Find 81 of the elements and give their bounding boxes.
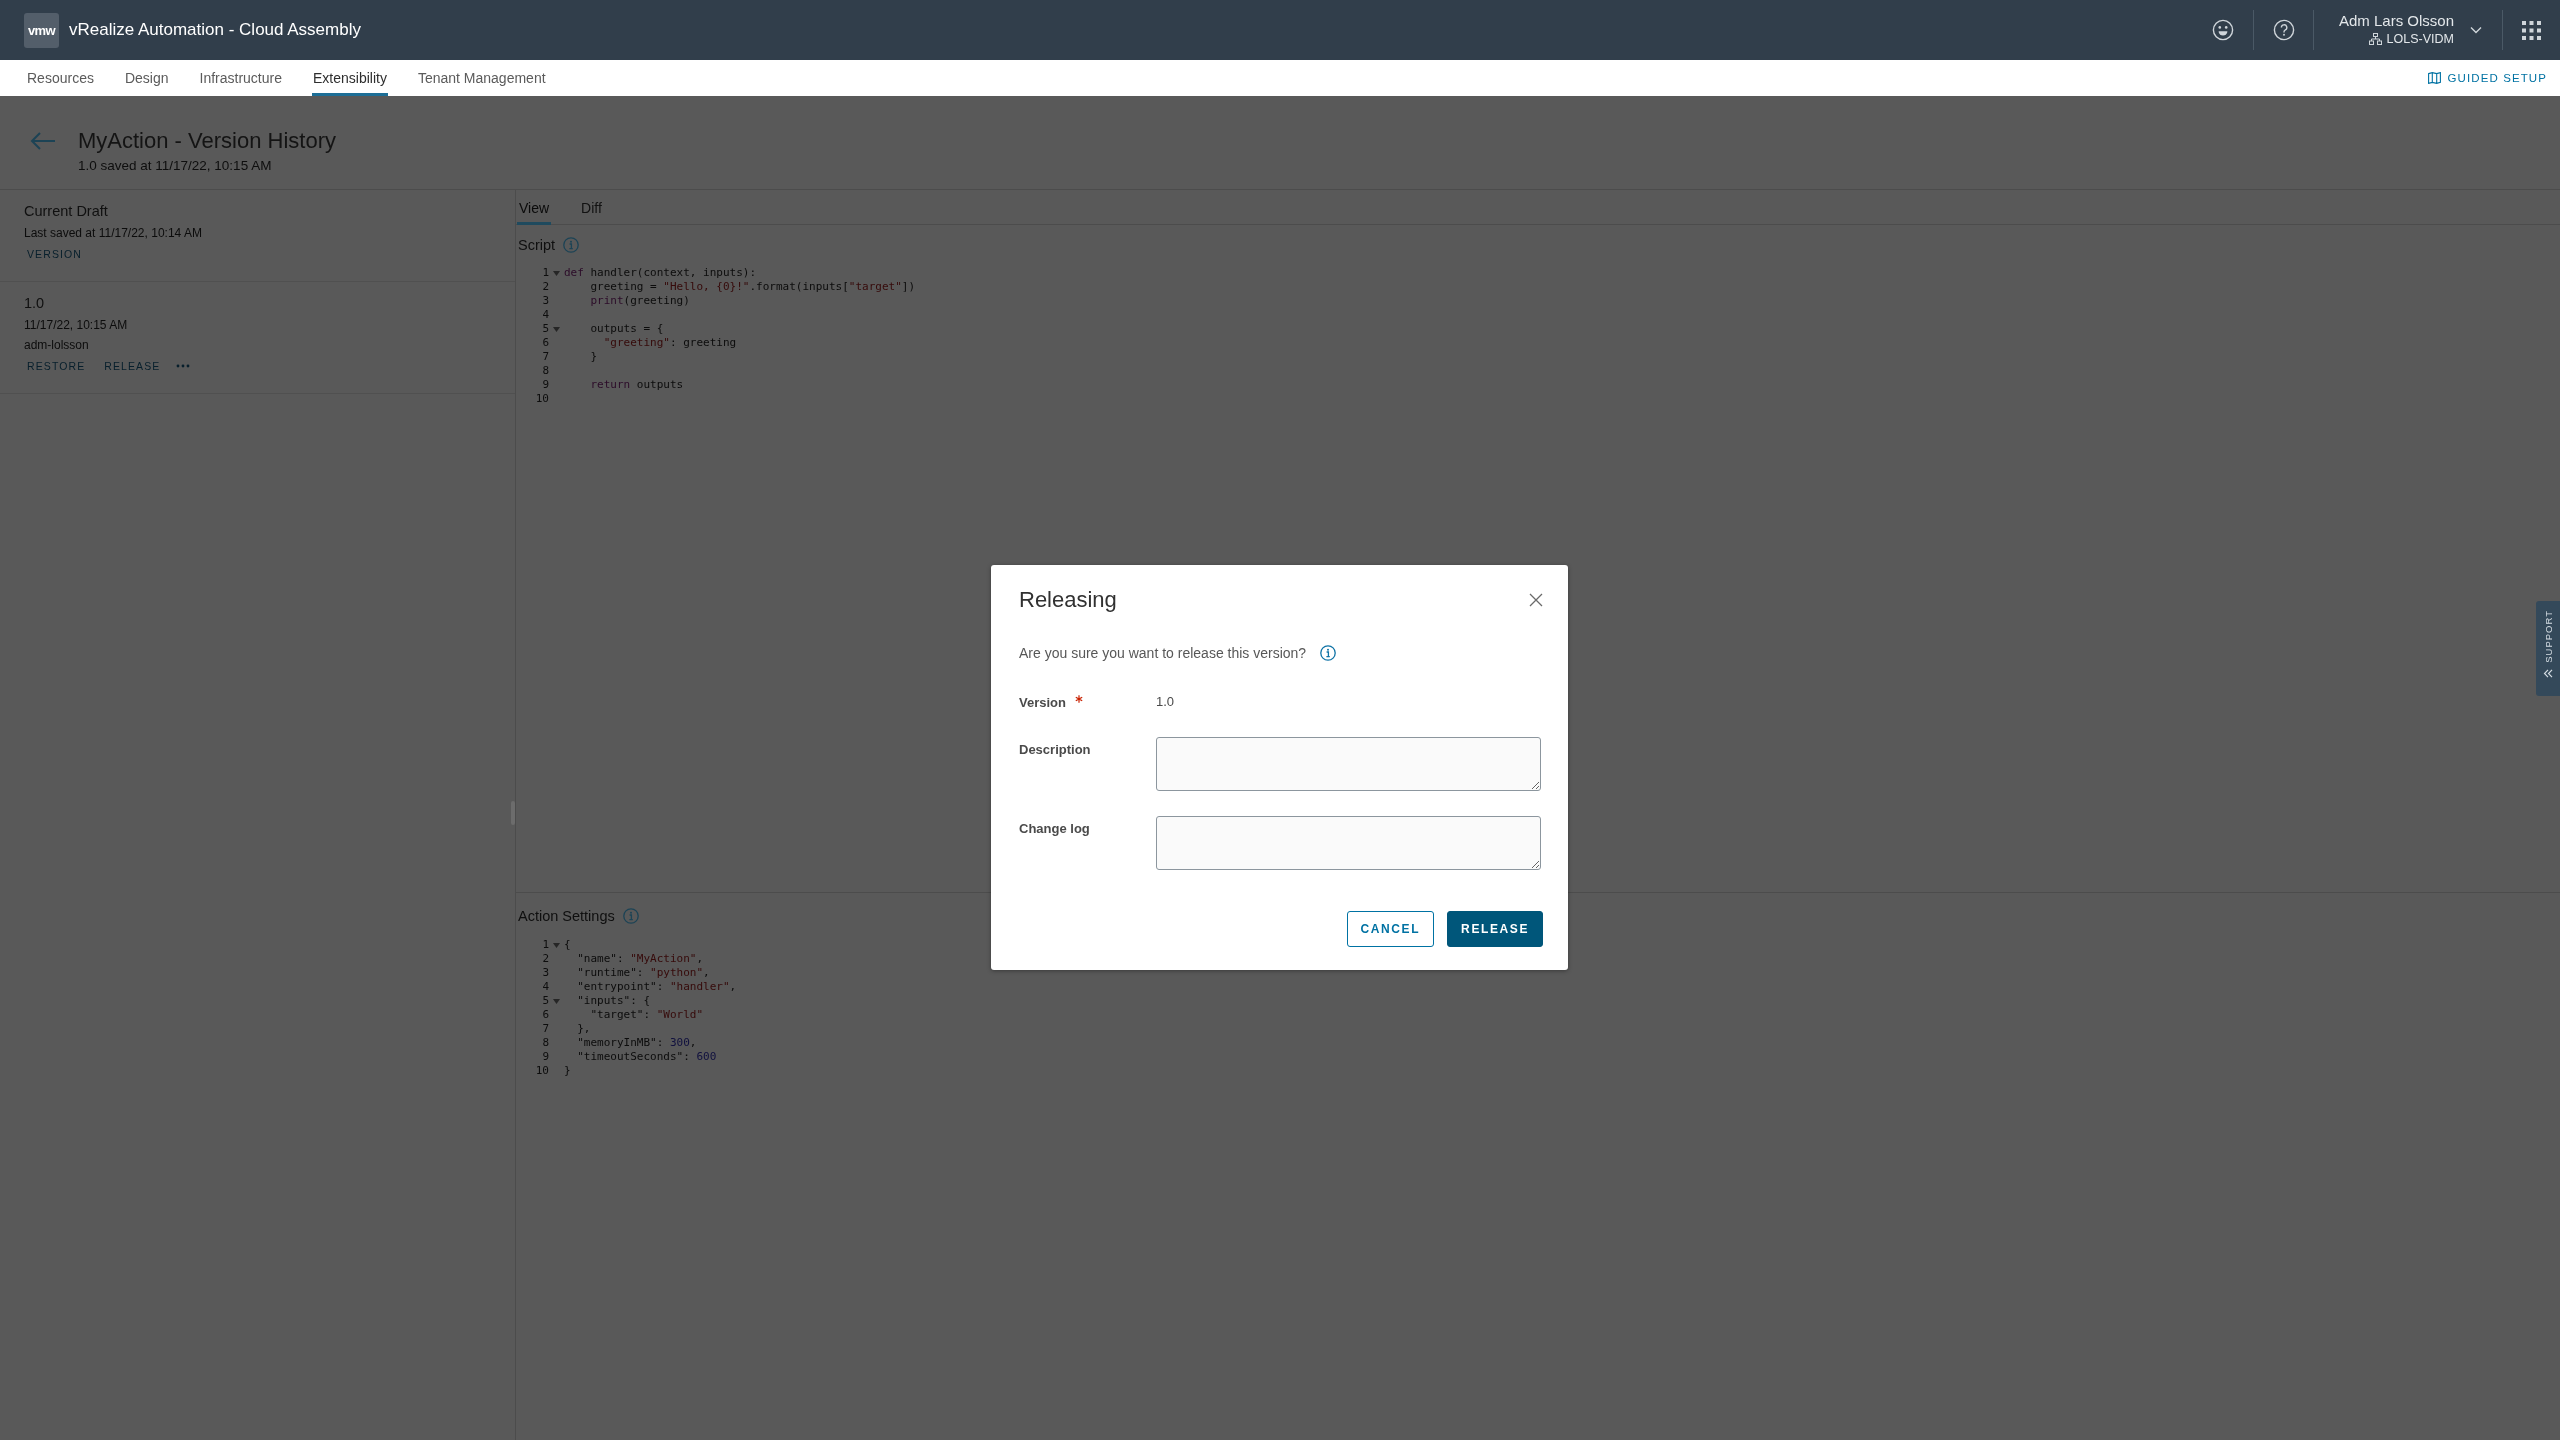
nav-tab[interactable]: Infrastructure [198, 60, 283, 96]
textarea-field[interactable] [1156, 737, 1541, 791]
logo[interactable]: vmw [24, 12, 59, 48]
code-line: }, [576, 1022, 591, 1036]
line-number: 2 [542, 280, 549, 294]
version-detail: Last saved at 11/17/22, 10:14 AM [24, 225, 202, 241]
version-detail: 11/17/22, 10:15 AM [24, 317, 128, 333]
page-subtitle: 1.0 saved at 11/17/22, 10:15 AM [78, 157, 272, 175]
app-grid-icon[interactable] [2522, 20, 2541, 40]
user-name[interactable]: Adm Lars Olsson [2338, 11, 2454, 30]
chevron-down-icon[interactable] [2470, 26, 2482, 34]
org-chart-icon [2368, 33, 2382, 45]
field-label: Description [1019, 741, 1091, 757]
code-line: return outputs [589, 378, 684, 392]
version-detail: adm-lolsson [24, 337, 89, 353]
section-label: Script [518, 237, 556, 253]
code-line: def handler(context, inputs): [564, 266, 757, 280]
line-number: 6 [542, 336, 549, 350]
line-number: 4 [542, 980, 549, 994]
section-label: Action Settings [518, 908, 615, 924]
line-number: 6 [542, 1008, 549, 1022]
code-line: { [564, 938, 571, 952]
field-label: Change log [1019, 820, 1090, 836]
map-icon [2427, 72, 2441, 84]
code-line: "timeoutSeconds": 600 [576, 1050, 717, 1064]
fold-caret-icon[interactable] [553, 326, 560, 332]
code-line: "inputs": { [576, 994, 651, 1008]
fold-caret-icon[interactable] [553, 998, 560, 1004]
line-number: 1 [542, 938, 549, 952]
field-value: 1.0 [1156, 693, 1175, 711]
code-line: } [589, 350, 598, 364]
fold-caret-icon[interactable] [553, 942, 560, 948]
org-name: LOLS-VIDM [2386, 31, 2454, 47]
line-number: 1 [542, 266, 549, 280]
smiley-icon[interactable] [2212, 19, 2234, 41]
code-line: "greeting": greeting [602, 336, 737, 350]
code-line: greeting = "Hello, {0}!".format(inputs["target"]) [589, 280, 915, 294]
cancel-button[interactable]: CANCEL [1346, 911, 1435, 947]
code-line: "entrypoint": "handler", [576, 980, 737, 994]
nav-tab[interactable]: Resources [26, 60, 95, 96]
page-title: MyAction - Version History [78, 127, 336, 155]
info-icon[interactable] [1320, 645, 1337, 661]
line-number: 7 [542, 350, 549, 364]
line-number: 9 [542, 378, 549, 392]
line-number: 2 [542, 952, 549, 966]
code-line: outputs = { [589, 322, 664, 336]
back-arrow-icon[interactable] [30, 131, 56, 151]
line-number: 9 [542, 1050, 549, 1064]
code-line: "target": "World" [589, 1008, 704, 1022]
line-number: 10 [535, 1064, 549, 1078]
line-number: 7 [542, 1022, 549, 1036]
line-number: 4 [542, 308, 549, 322]
close-icon[interactable] [1529, 593, 1543, 607]
textarea-field[interactable] [1156, 816, 1541, 870]
code-line: } [564, 1064, 571, 1078]
support-tab[interactable]: SUPPORT [2536, 601, 2560, 696]
code-line: "memoryInMB": 300, [576, 1036, 697, 1050]
guided-setup-link[interactable]: GUIDED SETUP [2427, 60, 2560, 96]
field-label: Version [1019, 694, 1066, 710]
dialog-message: Are you sure you want to release this version? [1019, 645, 1307, 661]
version-title: 1.0 [24, 294, 45, 313]
fold-caret-icon[interactable] [553, 270, 560, 276]
line-number: 8 [542, 1036, 549, 1050]
line-number: 3 [542, 966, 549, 980]
app-title: vRealize Automation - Cloud Assembly [69, 20, 361, 40]
confirm-button[interactable]: RELEASE [1447, 911, 1543, 947]
nav-tab[interactable]: Tenant Management [416, 60, 547, 96]
line-number: 5 [542, 322, 549, 336]
code-line: "runtime": "python", [576, 966, 710, 980]
dialog-title: Releasing [1019, 587, 1117, 613]
double-chevron-icon [2543, 668, 2553, 678]
line-number: 5 [542, 994, 549, 1008]
line-number: 3 [542, 294, 549, 308]
code-line: "name": "MyAction", [576, 952, 704, 966]
help-icon[interactable] [2272, 19, 2295, 41]
line-number: 10 [535, 392, 549, 406]
line-number: 8 [542, 364, 549, 378]
code-line: print(greeting) [589, 294, 690, 308]
version-title: Current Draft [24, 202, 108, 221]
nav-tab[interactable]: Design [123, 60, 170, 96]
more-icon[interactable] [176, 364, 191, 368]
